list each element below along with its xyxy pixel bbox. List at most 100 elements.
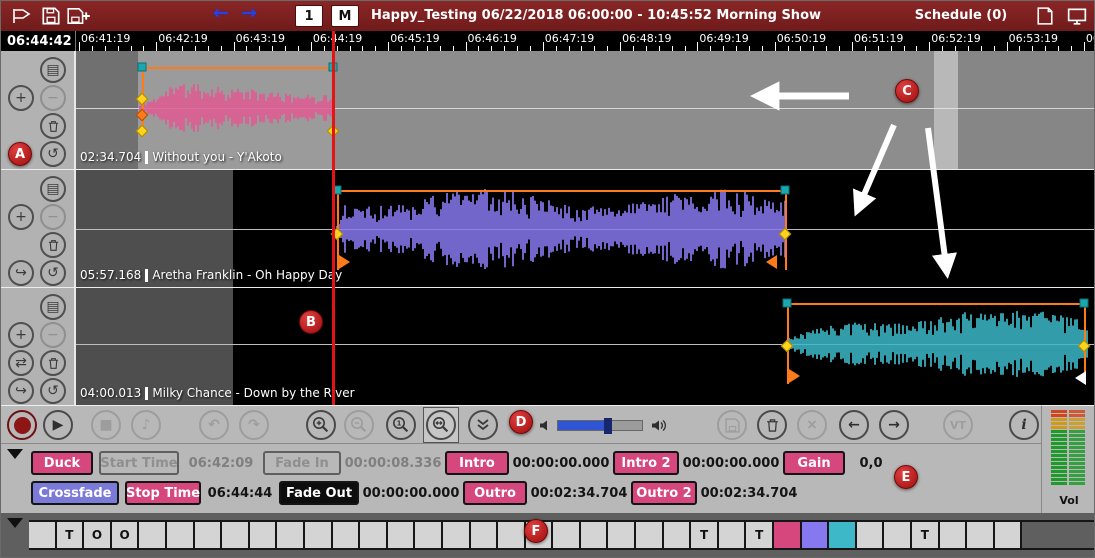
strip-cell-13[interactable] — [388, 522, 416, 548]
envelope-handle[interactable] — [138, 63, 147, 72]
save-edit-button[interactable] — [717, 410, 747, 440]
strip-cell-30[interactable] — [857, 522, 885, 548]
strip-cell-5[interactable] — [167, 522, 195, 548]
clip-number-box[interactable]: 1 — [295, 5, 323, 27]
record-button[interactable] — [7, 410, 37, 440]
track-3-lane[interactable]: 04:00.013 Milky Chance - Down by the Riv… — [76, 288, 1094, 405]
strip-cell-23[interactable] — [664, 522, 692, 548]
track-3-redo-button[interactable]: ↪ — [8, 378, 34, 404]
strip-cell-27[interactable] — [774, 522, 802, 548]
play-button[interactable]: ▶ — [43, 410, 73, 440]
timeline-ruler[interactable]: 06:44:42 06:41:1906:42:1906:43:1906:44:1… — [1, 31, 1094, 51]
track-2-remove-button[interactable]: − — [40, 204, 66, 230]
outro-button[interactable]: Outro — [463, 481, 527, 505]
track-3-trash-button[interactable] — [40, 350, 66, 376]
crossfade-button[interactable]: Crossfade — [31, 481, 119, 505]
strip-collapse-triangle[interactable] — [7, 518, 23, 528]
strip-cell-15[interactable] — [443, 522, 471, 548]
monitor-icon[interactable] — [1065, 5, 1089, 27]
panel-collapse-triangle[interactable] — [7, 449, 23, 459]
schedule-label[interactable]: Schedule (0) — [891, 8, 1031, 23]
track-2-loop-button[interactable]: ↺ — [40, 260, 66, 286]
cue-triangle-marker[interactable] — [789, 369, 800, 383]
intro-button[interactable]: Intro — [445, 451, 509, 475]
track-1-trash-button[interactable] — [40, 113, 66, 139]
strip-cell-2[interactable]: O — [84, 522, 112, 548]
track-3-remove-button[interactable]: − — [40, 322, 66, 348]
strip-cell-1[interactable]: T — [57, 522, 85, 548]
strip-cell-17[interactable] — [498, 522, 526, 548]
envelope-handle[interactable] — [781, 186, 790, 195]
strip-cell-10[interactable] — [305, 522, 333, 548]
zoom-out-button[interactable] — [344, 410, 374, 440]
strip-cell-35[interactable] — [995, 522, 1023, 548]
start-time-button[interactable]: Start Time — [99, 451, 179, 475]
volume-max-icon[interactable] — [651, 417, 669, 436]
track-1-remove-button[interactable]: − — [40, 85, 66, 111]
strip-cell-14[interactable] — [415, 522, 443, 548]
volume-envelope-line[interactable] — [337, 190, 785, 192]
track-2-mixer-button[interactable]: ▤ — [40, 176, 66, 202]
duck-button[interactable]: Duck — [31, 451, 93, 475]
strip-cell-29[interactable] — [829, 522, 857, 548]
strip-cell-11[interactable] — [333, 522, 361, 548]
note-edit-icon[interactable] — [1033, 5, 1057, 27]
strip-cell-9[interactable] — [277, 522, 305, 548]
track-3-loop-button[interactable]: ↺ — [40, 378, 66, 404]
intro2-button[interactable]: Intro 2 — [613, 451, 679, 475]
track-1-lane[interactable]: 02:34.704 Without you - Y'Akoto — [76, 51, 1094, 169]
stop-time-button[interactable]: Stop Time — [125, 481, 201, 505]
strip-cell-6[interactable] — [195, 522, 223, 548]
info-button[interactable]: i — [1009, 410, 1039, 440]
volume-handle[interactable] — [604, 418, 612, 434]
volume-envelope-line[interactable] — [142, 67, 333, 69]
add-note-button[interactable]: ♪ — [131, 410, 161, 440]
strip-cell-7[interactable] — [222, 522, 250, 548]
track-3-mixer-button[interactable]: ▤ — [40, 294, 66, 320]
cue-triangle-marker[interactable] — [339, 255, 350, 269]
track-2-add-button[interactable]: + — [8, 204, 34, 230]
track-1-add-button[interactable]: + — [8, 85, 34, 111]
close-edit-button[interactable]: × — [797, 410, 827, 440]
track-3-add-button[interactable]: + — [8, 322, 34, 348]
cue-triangle-marker[interactable] — [1075, 371, 1086, 385]
nav-back-icon[interactable]: ← — [213, 2, 229, 24]
strip-cell-19[interactable] — [553, 522, 581, 548]
cart-export-icon[interactable] — [9, 5, 33, 27]
strip-cell-0[interactable] — [29, 522, 57, 548]
strip-cell-28[interactable] — [802, 522, 830, 548]
stop-button[interactable]: ■ — [91, 410, 121, 440]
cue-triangle-marker[interactable] — [766, 255, 777, 269]
strip-cell-25[interactable] — [719, 522, 747, 548]
strip-cell-31[interactable] — [884, 522, 912, 548]
zoom-selection-button[interactable] — [426, 410, 456, 440]
save-icon[interactable] — [39, 5, 63, 27]
outro2-button[interactable]: Outro 2 — [631, 481, 697, 505]
zoom-in-button[interactable] — [306, 410, 336, 440]
strip-cell-34[interactable] — [967, 522, 995, 548]
delete-clip-button[interactable] — [757, 410, 787, 440]
strip-cell-20[interactable] — [581, 522, 609, 548]
track-2-trash-button[interactable] — [40, 232, 66, 258]
strip-cell-33[interactable] — [940, 522, 968, 548]
playback-cursor[interactable] — [332, 31, 335, 405]
next-item-button[interactable]: → — [879, 410, 909, 440]
zoom-reset-button[interactable]: 1 — [386, 410, 416, 440]
fade-in-button[interactable]: Fade In — [263, 451, 341, 475]
redo-button[interactable]: ↷ — [239, 410, 269, 440]
strip-cell-3[interactable]: O — [112, 522, 140, 548]
voice-track-button[interactable]: VT — [943, 410, 973, 440]
volume-slider[interactable] — [557, 420, 643, 431]
nav-forward-icon[interactable]: → — [241, 2, 257, 24]
strip-cell-8[interactable] — [250, 522, 278, 548]
strip-cell-22[interactable] — [636, 522, 664, 548]
collapse-button[interactable] — [468, 410, 498, 440]
track-3-move-button[interactable]: ⇄ — [8, 350, 34, 376]
track-2-redo-button[interactable]: ↪ — [8, 260, 34, 286]
volume-min-icon[interactable] — [539, 417, 553, 436]
marker-m-box[interactable]: M — [331, 5, 359, 27]
track-1-mixer-button[interactable]: ▤ — [40, 57, 66, 83]
fade-out-button[interactable]: Fade Out — [279, 481, 359, 505]
strip-cell-26[interactable]: T — [746, 522, 774, 548]
strip-cell-4[interactable] — [139, 522, 167, 548]
